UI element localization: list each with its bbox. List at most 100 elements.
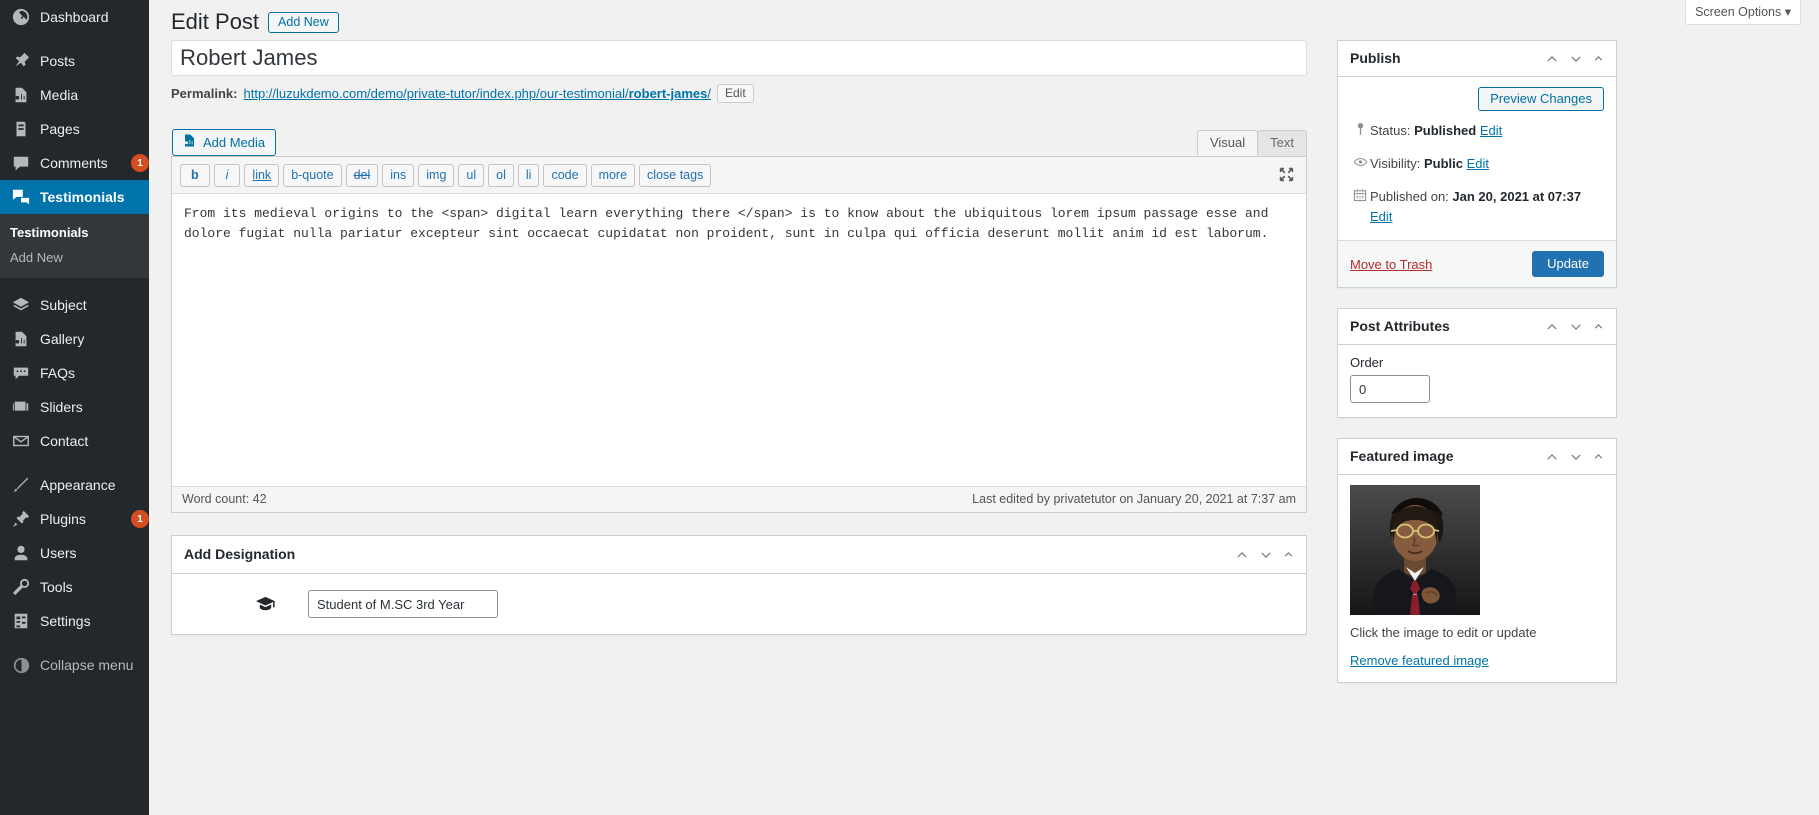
quicktag-i[interactable]: i: [213, 164, 241, 187]
tab-visual[interactable]: Visual: [1196, 130, 1259, 156]
submenu-item-testimonials[interactable]: Testimonials: [0, 220, 149, 245]
users-icon: [10, 543, 32, 563]
quicktag-ins[interactable]: ins: [382, 164, 415, 187]
move-down-icon[interactable]: [1569, 52, 1583, 66]
featured-image-title: Featured image: [1350, 447, 1454, 464]
move-up-icon[interactable]: [1545, 320, 1559, 334]
move-down-icon[interactable]: [1569, 320, 1583, 334]
submenu-item-add-new[interactable]: Add New: [0, 245, 149, 270]
visibility-value: Public: [1423, 155, 1463, 171]
screen-options-toggle[interactable]: Screen Options ▾: [1685, 0, 1801, 25]
sidebar-item-plugins[interactable]: Plugins 1: [0, 502, 149, 536]
major-publishing-actions: Move to Trash Update: [1338, 240, 1616, 288]
move-down-icon[interactable]: [1259, 548, 1273, 562]
permalink-slug: robert-james: [628, 86, 708, 101]
sidebar-item-users[interactable]: Users: [0, 536, 149, 570]
sidebar-item-label: Sliders: [40, 399, 83, 415]
last-edited: Last edited by privatetutor on January 2…: [972, 492, 1296, 506]
visibility-label: Visibility:: [1370, 155, 1421, 171]
sidebar-item-label: Media: [40, 87, 79, 103]
edit-status-link[interactable]: Edit: [1480, 123, 1502, 138]
quicktag-b-quote[interactable]: b-quote: [283, 164, 342, 187]
featured-image-hint: Click the image to edit or update: [1350, 625, 1537, 641]
sidebar-item-posts[interactable]: Posts: [0, 44, 149, 78]
quicktag-li[interactable]: li: [517, 164, 540, 187]
post-body: Permalink: http://luzukdemo.com/demo/pri…: [149, 40, 1819, 815]
post-attributes-body: Order: [1338, 345, 1616, 417]
featured-image-header: Featured image: [1338, 439, 1616, 476]
sidebar-item-label: Contact: [40, 433, 89, 449]
publish-header: Publish: [1338, 41, 1616, 77]
quicktag-ol[interactable]: ol: [488, 164, 514, 187]
post-title-input[interactable]: [171, 40, 1307, 76]
quicktag-ul[interactable]: ul: [458, 164, 485, 187]
permalink-link[interactable]: http://luzukdemo.com/demo/private-tutor/…: [243, 86, 711, 101]
order-input[interactable]: [1350, 375, 1430, 404]
sidebar-item-pages[interactable]: Pages: [0, 112, 149, 146]
mail-icon: [10, 431, 32, 451]
quicktag-link[interactable]: link: [244, 164, 280, 187]
sidebar-item-sliders[interactable]: Sliders: [0, 390, 149, 424]
media-icon: [10, 85, 32, 105]
move-down-icon[interactable]: [1569, 450, 1583, 464]
sidebar-item-tools[interactable]: Tools: [0, 570, 149, 604]
sidebar-item-label: Plugins: [40, 511, 86, 527]
sidebar-item-label: Appearance: [40, 477, 116, 493]
sidebar-item-label: Users: [40, 545, 77, 561]
sliders-icon: [10, 397, 32, 417]
sidebar-item-faqs[interactable]: FAQs: [0, 356, 149, 390]
permalink-label: Permalink:: [171, 86, 238, 101]
quicktag-img[interactable]: img: [418, 164, 455, 187]
edit-permalink-button[interactable]: Edit: [717, 84, 754, 103]
quicktag-more[interactable]: more: [590, 164, 636, 187]
sidebar-item-subject[interactable]: Subject: [0, 288, 149, 322]
collapse-menu-button[interactable]: Collapse menu: [0, 648, 149, 682]
quicktag-code[interactable]: code: [543, 164, 587, 187]
sidebar-item-appearance[interactable]: Appearance: [0, 468, 149, 502]
sidebar-item-testimonials[interactable]: Testimonials: [0, 180, 157, 214]
tab-text[interactable]: Text: [1257, 130, 1307, 156]
sidebar-item-label: Settings: [40, 613, 91, 629]
publish-visibility-row: Visibility: Public Edit: [1338, 148, 1616, 181]
sidebar-item-dashboard[interactable]: Dashboard: [0, 0, 149, 34]
chevron-down-icon: ▾: [1784, 5, 1791, 19]
sidebar-item-contact[interactable]: Contact: [0, 424, 149, 458]
sidebar-item-gallery[interactable]: Gallery: [0, 322, 149, 356]
calendar-icon: [1350, 187, 1370, 229]
toggle-panel-icon[interactable]: [1593, 321, 1604, 332]
sidebar-item-media[interactable]: Media: [0, 78, 149, 112]
designation-handle-actions: [1235, 548, 1294, 562]
quicktag-del[interactable]: del: [345, 164, 379, 187]
sidebar-item-label: Posts: [40, 53, 76, 69]
sidebar-item-label: Subject: [40, 297, 87, 313]
add-media-button[interactable]: Add Media: [172, 129, 277, 156]
featured-image-thumbnail[interactable]: [1350, 485, 1480, 616]
publish-handle-actions: [1545, 52, 1604, 66]
quicktag-close-tags[interactable]: close tags: [639, 164, 712, 187]
dashboard-icon: [10, 7, 32, 27]
move-up-icon[interactable]: [1545, 450, 1559, 464]
toggle-panel-icon[interactable]: [1283, 549, 1294, 560]
quicktag-b[interactable]: b: [180, 164, 210, 187]
move-to-trash-link[interactable]: Move to Trash: [1350, 257, 1432, 272]
edit-visibility-link[interactable]: Edit: [1467, 156, 1489, 171]
sidebar-item-comments[interactable]: Comments 1: [0, 146, 149, 180]
add-media-label: Add Media: [203, 134, 266, 150]
move-up-icon[interactable]: [1235, 548, 1249, 562]
wp-body: Screen Options ▾ Edit Post Add New Perma…: [149, 0, 1819, 815]
fullscreen-icon[interactable]: [1278, 166, 1296, 184]
toggle-panel-icon[interactable]: [1593, 451, 1604, 462]
permalink-tail: /: [707, 86, 711, 101]
remove-featured-image-link[interactable]: Remove featured image: [1350, 653, 1604, 668]
move-up-icon[interactable]: [1545, 52, 1559, 66]
toggle-panel-icon[interactable]: [1593, 53, 1604, 64]
preview-changes-button[interactable]: Preview Changes: [1478, 87, 1604, 111]
add-new-button[interactable]: Add New: [268, 11, 339, 33]
testimonials-icon: [10, 187, 32, 207]
post-content-textarea[interactable]: From its medieval origins to the <span> …: [172, 194, 1306, 486]
update-button[interactable]: Update: [1532, 251, 1604, 278]
permalink-base: http://luzukdemo.com/demo/private-tutor/…: [243, 86, 629, 101]
sidebar-item-settings[interactable]: Settings: [0, 604, 149, 638]
edit-date-link[interactable]: Edit: [1370, 209, 1392, 224]
designation-input[interactable]: [308, 590, 498, 618]
